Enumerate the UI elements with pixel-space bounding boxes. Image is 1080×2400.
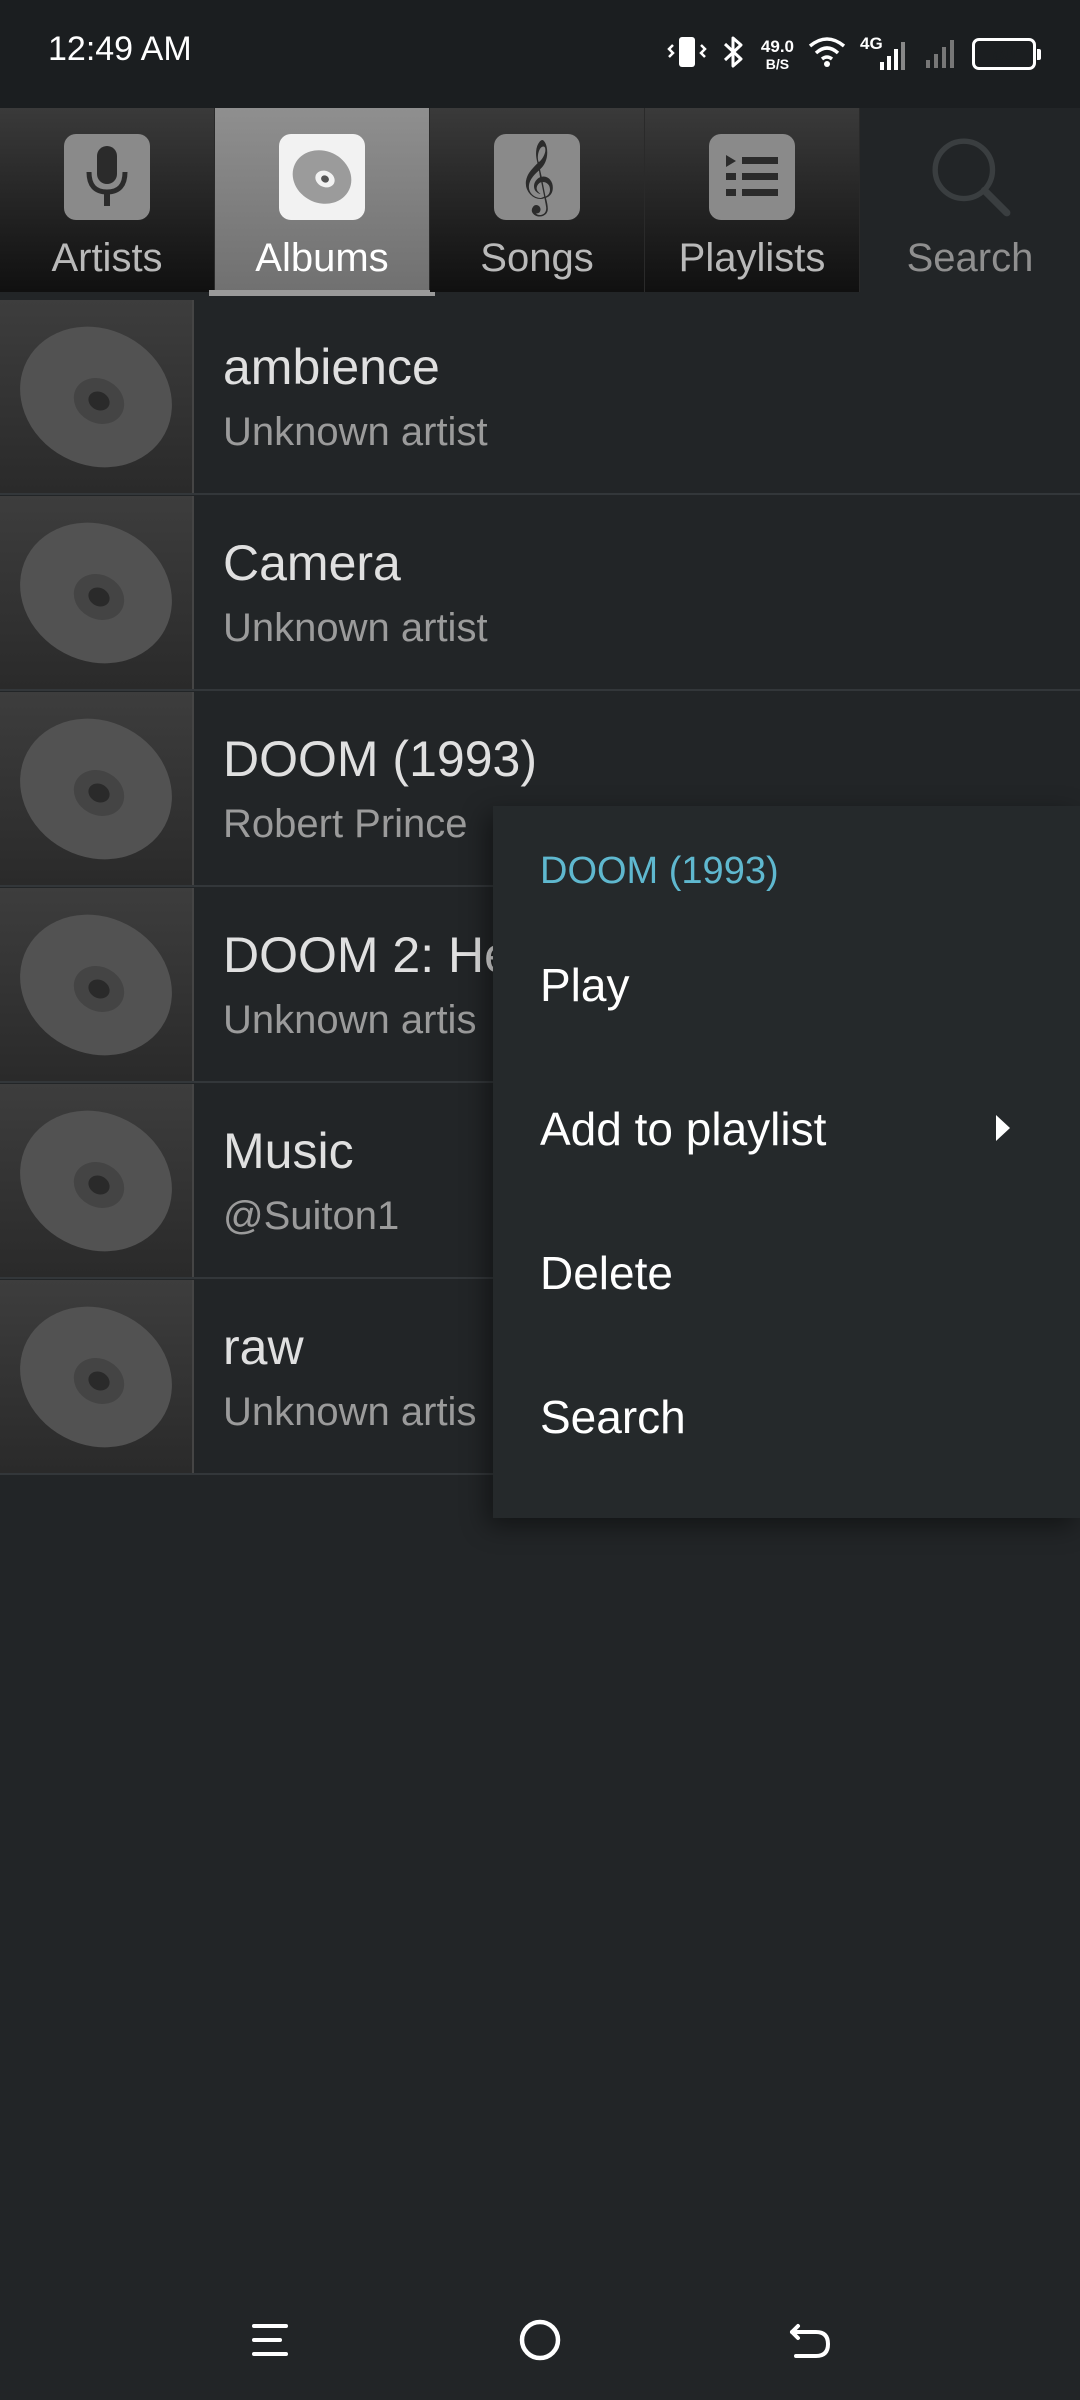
album-artist: Unknown artist	[223, 606, 488, 650]
signal-icon-2	[924, 34, 958, 75]
tab-label-artists: Artists	[51, 236, 163, 280]
album-artist: Robert Prince	[223, 802, 468, 846]
microphone-icon	[64, 134, 150, 220]
menu-item-label: Search	[540, 1391, 686, 1443]
wifi-icon	[808, 36, 846, 73]
bluetooth-icon	[721, 35, 747, 74]
battery-icon: 80	[972, 38, 1041, 70]
menu-item-label: Add to playlist	[540, 1103, 827, 1155]
menu-item-label: Play	[540, 959, 630, 1011]
album-artist: Unknown artist	[223, 410, 488, 454]
net-speed-unit: B/S	[765, 55, 790, 72]
disc-icon	[279, 134, 365, 220]
menu-icon[interactable]	[230, 2300, 310, 2380]
album-title: ambience	[223, 339, 440, 395]
album-title: Music	[223, 1123, 354, 1179]
signal-icon: 4G	[860, 34, 910, 72]
tab-albums[interactable]: Albums	[209, 108, 435, 296]
context-menu: DOOM (1993) Play Add to playlist Delete …	[493, 806, 1080, 1518]
album-artist: Unknown artis	[223, 998, 477, 1042]
treble-clef-icon: 𝄞	[494, 134, 580, 220]
status-time: 12:49 AM	[48, 30, 192, 68]
tab-playlists[interactable]: Playlists	[645, 108, 860, 292]
context-menu-title: DOOM (1993)	[540, 850, 779, 892]
tab-label-songs: Songs	[480, 236, 594, 280]
tab-songs[interactable]: 𝄞 Songs	[430, 108, 645, 292]
tab-artists[interactable]: Artists	[0, 108, 215, 292]
album-art-disc-icon	[0, 888, 194, 1081]
album-title: DOOM 2: He	[223, 927, 512, 983]
back-icon[interactable]	[770, 2300, 850, 2380]
album-row[interactable]: ambience Unknown artist	[0, 300, 1080, 495]
menu-item-search[interactable]: Search	[493, 1352, 1080, 1482]
menu-item-play[interactable]: Play	[493, 920, 1080, 1050]
vibrate-icon	[667, 35, 707, 74]
home-icon[interactable]	[500, 2300, 580, 2380]
nav-bar	[0, 2270, 1080, 2400]
album-artist: Unknown artis	[223, 1390, 477, 1434]
album-row[interactable]: Camera Unknown artist	[0, 496, 1080, 691]
search-icon	[928, 134, 1014, 220]
tab-label-albums: Albums	[255, 236, 389, 280]
menu-item-label: Delete	[540, 1247, 673, 1299]
album-art-disc-icon	[0, 496, 194, 689]
menu-item-add-to-playlist[interactable]: Add to playlist	[493, 1064, 1080, 1194]
album-title: Camera	[223, 535, 401, 591]
net-speed-value: 49.0	[760, 36, 794, 56]
screen: 12:49 AM 49.0 B/S 4G 80 Artists Albums 𝄞…	[0, 0, 1080, 2400]
album-art-disc-icon	[0, 1084, 194, 1277]
tab-label-search: Search	[906, 236, 1034, 280]
status-bar: 12:49 AM 49.0 B/S 4G 80	[0, 0, 1080, 108]
net-speed-indicator: 49.0 B/S	[761, 38, 794, 71]
tab-search[interactable]: Search	[860, 108, 1080, 292]
tab-bar: Artists Albums 𝄞 Songs Playlists Search	[0, 108, 1080, 296]
album-art-disc-icon	[0, 300, 194, 493]
menu-item-delete[interactable]: Delete	[493, 1208, 1080, 1338]
status-icons: 49.0 B/S 4G 80	[667, 26, 1041, 82]
submenu-arrow-icon	[994, 1113, 1012, 1148]
battery-level: 80	[992, 42, 1016, 65]
tab-label-playlists: Playlists	[678, 236, 826, 280]
album-title: raw	[223, 1319, 304, 1375]
album-artist: @Suiton1	[223, 1194, 400, 1238]
album-title: DOOM (1993)	[223, 731, 537, 787]
album-art-disc-icon	[0, 1280, 194, 1473]
album-art-disc-icon	[0, 692, 194, 885]
list-icon	[709, 134, 795, 220]
